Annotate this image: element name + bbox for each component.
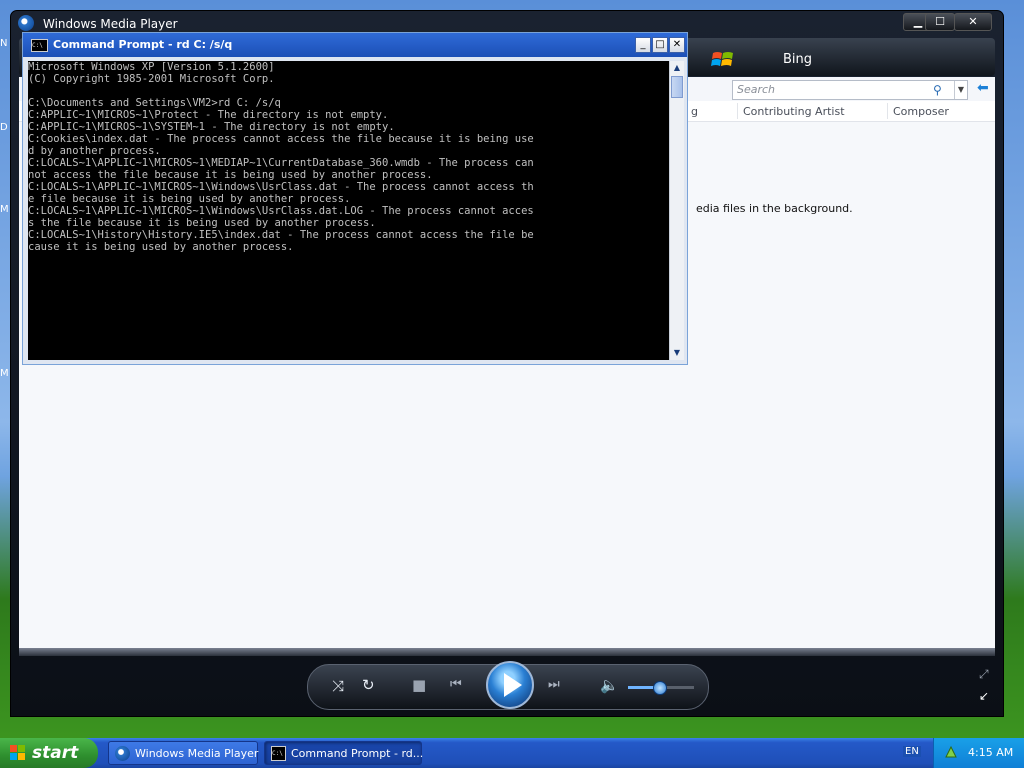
taskbar-item-label: Windows Media Player	[135, 747, 259, 760]
repeat-icon[interactable]: ↻	[362, 676, 375, 694]
clock[interactable]: 4:15 AM	[968, 746, 1013, 759]
cmd-window: C:\ Command Prompt - rd C: /s/q _ □ ✕ Mi…	[22, 32, 688, 365]
seek-bar[interactable]	[19, 648, 995, 656]
taskbar: start Windows Media Player C:\ Command P…	[0, 738, 1024, 768]
bing-tab[interactable]: Bing	[783, 52, 812, 67]
media-player-icon	[115, 746, 130, 761]
column-header-partial[interactable]: g	[691, 105, 698, 118]
shuffle-icon[interactable]: ⤨	[332, 677, 344, 695]
start-button[interactable]: start	[0, 738, 98, 768]
start-label: start	[32, 743, 79, 763]
wmp-logo-icon	[18, 15, 34, 31]
play-button[interactable]	[486, 661, 534, 709]
taskbar-item-label: Command Prompt - rd...	[291, 747, 424, 760]
console-icon: C:\	[31, 39, 48, 52]
volume-icon[interactable]: 🔈	[600, 676, 619, 694]
vertical-scrollbar[interactable]: ▲ ▼	[669, 61, 684, 360]
cmd-maximize-button[interactable]: □	[652, 37, 668, 53]
cmd-title-bar[interactable]: C:\ Command Prompt - rd C: /s/q _ □ ✕	[23, 33, 687, 57]
stop-icon[interactable]: ■	[412, 676, 426, 694]
windows-flag-icon	[10, 745, 25, 760]
switch-to-compact-icon[interactable]: ↙	[979, 689, 989, 703]
taskbar-item-wmp[interactable]: Windows Media Player	[108, 741, 258, 765]
console-output-area[interactable]: Microsoft Windows XP [Version 5.1.2600] …	[28, 61, 669, 360]
cmd-window-title: Command Prompt - rd C: /s/q	[53, 38, 233, 51]
search-dropdown-icon[interactable]: ▼	[954, 81, 967, 99]
wmp-maximize-button[interactable]: ☐	[925, 13, 955, 31]
column-divider[interactable]	[887, 103, 888, 119]
playback-controls: ⤨ ↻ ■ ⏮ ⏭ 🔈	[307, 661, 709, 710]
cmd-close-button[interactable]: ✕	[669, 37, 685, 53]
next-icon[interactable]: ⏭	[548, 677, 560, 692]
scrollbar-thumb[interactable]	[671, 76, 683, 98]
language-indicator[interactable]: EN	[903, 746, 921, 757]
wmp-close-button[interactable]: ✕	[954, 13, 992, 31]
background-status-message: edia files in the background.	[696, 202, 853, 215]
search-input[interactable]: Search ⚲ ▼	[732, 80, 968, 100]
scroll-up-icon[interactable]: ▲	[670, 61, 684, 75]
scroll-down-icon[interactable]: ▼	[670, 346, 684, 360]
column-divider[interactable]	[737, 103, 738, 119]
network-icon[interactable]	[944, 745, 958, 759]
cmd-minimize-button[interactable]: _	[635, 37, 651, 53]
console-output-text: Microsoft Windows XP [Version 5.1.2600] …	[28, 61, 534, 253]
console-icon: C:\	[271, 746, 286, 761]
taskbar-item-cmd[interactable]: C:\ Command Prompt - rd...	[264, 741, 424, 765]
previous-icon[interactable]: ⏮	[450, 677, 462, 692]
column-header-composer[interactable]: Composer	[893, 105, 949, 118]
column-header-contributing-artist[interactable]: Contributing Artist	[743, 105, 845, 118]
fullscreen-icon[interactable]: ⤢	[979, 667, 989, 682]
back-arrow-icon[interactable]: ⬅	[977, 80, 989, 96]
windows-logo-icon[interactable]	[711, 48, 735, 72]
search-icon[interactable]: ⚲	[933, 83, 942, 97]
play-icon	[504, 673, 522, 697]
search-placeholder: Search	[737, 83, 776, 96]
volume-knob[interactable]	[653, 681, 667, 695]
wmp-window-title: Windows Media Player	[43, 17, 178, 31]
system-tray: 4:15 AM	[933, 738, 1024, 768]
